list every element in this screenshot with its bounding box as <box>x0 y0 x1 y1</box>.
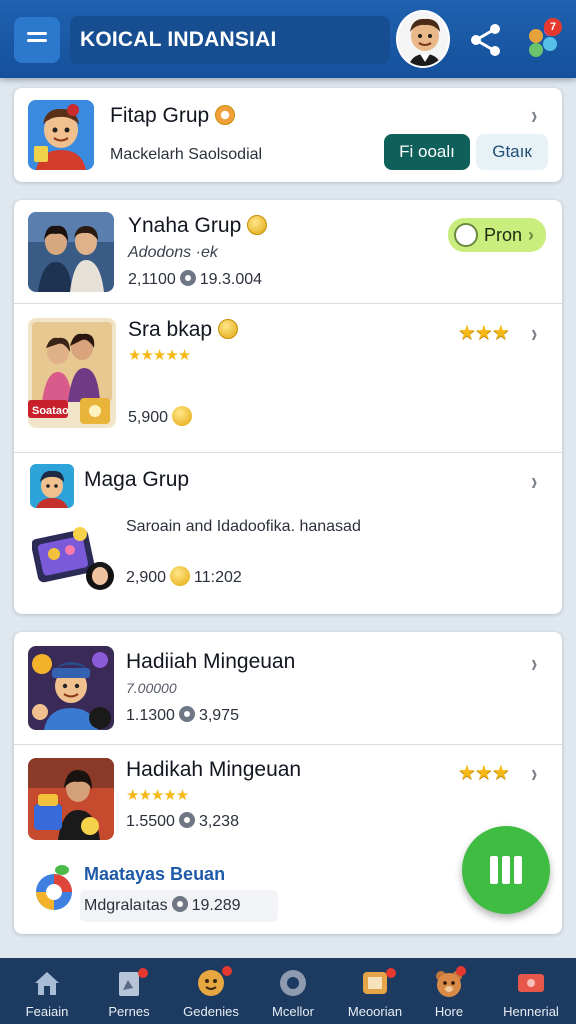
home-icon <box>35 972 59 995</box>
woman-gift-icon <box>28 758 114 840</box>
chevron-right-icon: › <box>531 466 538 496</box>
join-button[interactable]: Fi ooalı <box>384 134 470 170</box>
nav-item-hennerial[interactable]: Hennerial <box>490 958 572 1024</box>
group-row[interactable]: Ynaha Grup Adodons ·ek 2,1100 19.3.004 Pr… <box>14 200 562 304</box>
cartoon-face-icon <box>398 12 448 66</box>
apps-button[interactable]: 7 <box>524 18 564 62</box>
rating-stars: ★★★★★ <box>128 347 191 364</box>
app-title: KOICAL INDANSIAI <box>80 28 277 51</box>
group-stats: 2,900 11:202 <box>126 566 242 587</box>
featured-subtitle: Mackelarh Saolsodial <box>110 146 263 163</box>
top-app-bar: KOICAL INDANSIAI 7 <box>0 0 576 78</box>
chat-icon <box>179 270 196 286</box>
gold-badge-icon <box>247 215 268 235</box>
nav-badge <box>456 966 466 976</box>
group-row[interactable]: Soatao Sra bkap ★★★★★ ★★★ › 5,900 <box>14 304 562 452</box>
group-meta: Adodons ·ek <box>128 244 218 261</box>
nav-item-pernes[interactable]: Pernes <box>88 958 170 1024</box>
group-icon <box>30 464 74 508</box>
menu-button[interactable] <box>14 17 60 63</box>
avatar[interactable] <box>396 10 450 68</box>
groups-card: Ynaha Grup Adodons ·ek 2,1100 19.3.004 Pr… <box>14 200 562 614</box>
floating-action-button[interactable] <box>462 826 550 914</box>
chevron-right-icon: › <box>531 758 538 788</box>
mascot-icon <box>28 100 94 170</box>
coin-icon <box>170 566 191 586</box>
bottom-navigation: Feaiain Pernes Gedenies Mcellor Meoorian… <box>0 958 576 1024</box>
ticket-icon <box>518 974 544 992</box>
promo-pill[interactable]: Pron › <box>448 218 546 252</box>
gift-title: Hadiiah Mingeuan <box>126 650 296 673</box>
bar-icon <box>502 856 510 884</box>
gift-stats: 1.1300 3,975 <box>126 706 239 724</box>
clock-icon <box>454 223 478 247</box>
gift-title: Maatayas Beuan <box>84 864 226 884</box>
nav-badge <box>386 968 396 978</box>
chevron-right-icon: › <box>531 100 538 130</box>
tablet-game-icon <box>31 527 114 590</box>
family-group-icon: Soatao <box>28 318 116 428</box>
group-photo <box>28 212 114 292</box>
bar-icon <box>514 856 522 884</box>
featured-thumbnail <box>28 100 94 170</box>
svg-text:Soatao: Soatao <box>32 405 69 417</box>
hamburger-icon <box>27 38 47 42</box>
share-button[interactable] <box>466 20 506 60</box>
notification-badge: 7 <box>544 18 562 36</box>
gift-thumbnail <box>28 758 114 840</box>
nav-item-mcellor[interactable]: Mcellor <box>252 958 334 1024</box>
featured-title: Fitap Grup <box>110 104 236 128</box>
rating-stars: ★★★★★ <box>126 787 189 804</box>
gift-title: Hadikah Mingeuan <box>126 758 302 781</box>
group-title: Sra bkap <box>128 318 239 342</box>
featured-group-card[interactable]: Fitap Grup Mackelarh Saolsodial Fi ooalı… <box>14 88 562 182</box>
gift-stats: 1.5500 3,238 <box>126 812 239 830</box>
chevron-right-icon: › <box>531 648 538 678</box>
game-thumbnail <box>31 526 116 592</box>
share-icon <box>471 24 500 56</box>
nav-badge <box>138 968 148 978</box>
chevron-right-icon: › <box>531 318 538 348</box>
gift-thumbnail <box>28 646 114 730</box>
chat-icon <box>178 812 195 828</box>
verified-badge-icon <box>215 105 236 125</box>
gift-meta: 7.00000 <box>126 680 177 696</box>
title-bar[interactable]: KOICAL INDANSIAI <box>70 16 390 64</box>
mascot-thumbs-up-icon <box>28 646 114 730</box>
nav-item-hore[interactable]: Hore <box>408 958 490 1024</box>
group-photo: Soatao <box>28 318 116 428</box>
gift-stats: Mdgralaıtas 19.289 <box>84 896 241 914</box>
rating-stars-large: ★★★ <box>458 322 510 344</box>
chevron-right-icon: › <box>528 224 535 245</box>
group-stats: 2,1100 19.3.004 <box>128 270 263 288</box>
group-description: Saroain and Idadoofika. hanasad <box>126 518 361 535</box>
chat-icon <box>171 896 188 912</box>
family-photo-icon <box>28 212 114 292</box>
disc-icon <box>280 970 306 996</box>
coin-icon <box>172 406 193 426</box>
gold-badge-icon <box>218 319 239 339</box>
nav-item-home[interactable]: Feaiain <box>6 958 88 1024</box>
rating-stars-large: ★★★ <box>458 762 510 784</box>
nav-item-meoorian[interactable]: Meoorian <box>334 958 416 1024</box>
chat-icon <box>178 706 195 722</box>
group-title: Ynaha Grup <box>128 214 268 238</box>
nav-badge <box>222 966 232 976</box>
nav-item-gedenies[interactable]: Gedenies <box>170 958 252 1024</box>
gift-row[interactable]: Hadiiah Mingeuan › 7.00000 1.1300 3,975 <box>14 632 562 744</box>
boy-avatar-icon <box>30 464 74 508</box>
group-stats: 5,900 <box>128 406 196 427</box>
gift-icon <box>32 862 76 912</box>
bar-icon <box>490 856 498 884</box>
share-group-button[interactable]: Gtaıк <box>476 134 548 170</box>
group-title: Maga Grup <box>84 468 190 491</box>
google-style-icon <box>36 865 72 910</box>
group-row[interactable]: Maga Grup › Saroain and Idadoofika. hana… <box>14 452 562 612</box>
